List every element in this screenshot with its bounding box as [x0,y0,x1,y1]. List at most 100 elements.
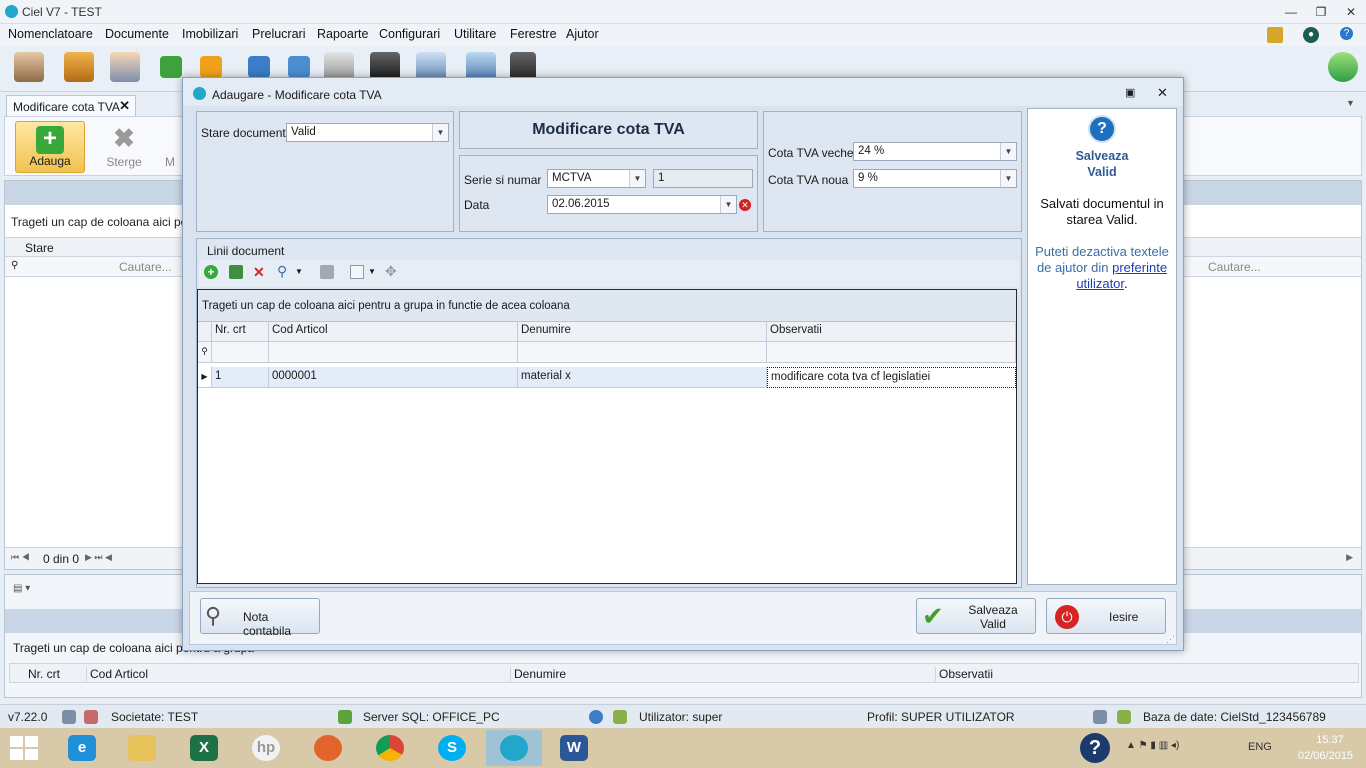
layout-icon[interactable]: ▤ ▾ [13,583,43,601]
upload-icon[interactable] [248,56,270,78]
tab-close-icon[interactable]: ✕ [119,98,130,114]
import-icon[interactable] [160,56,182,78]
filter-observatii[interactable] [767,342,1016,363]
lines-toolbar: + ✕ ⚲ ▼ ▼ ✥ [199,260,1019,287]
help-title-2: Valid [1087,165,1117,179]
menu-imobilizari[interactable]: Imobilizari [182,27,238,41]
menu-ferestre[interactable]: Ferestre [510,27,557,41]
exit-button[interactable]: ⏻ Iesire [1046,598,1166,634]
numar-field: 1 [653,169,753,188]
filter-cod-articol[interactable] [269,342,518,363]
transfer-icon[interactable] [200,56,222,78]
menu-nomenclatoare[interactable]: Nomenclatoare [8,27,93,41]
close-button[interactable]: ✕ [1338,3,1364,21]
row-indicator-header [198,322,212,342]
pager-first-icon[interactable]: ⏮ ◀ [11,552,30,563]
save-valid-button[interactable]: ✔ Salveaza Valid [916,598,1036,634]
serie-select[interactable]: MCTVA ▼ [547,169,646,188]
chevron-down-icon[interactable]: ▼ [368,267,376,276]
menu-configurari[interactable]: Configurari [379,27,440,41]
tab-modificare-cota-tva[interactable]: Modificare cota TVA ✕ [6,95,136,117]
col-denumire[interactable]: Denumire [518,322,767,342]
sync-icon[interactable] [288,56,310,78]
numar-value: 1 [658,172,665,184]
move-icon[interactable]: ✥ [385,263,397,280]
col-nr-crt[interactable]: Nr. crt [28,667,60,681]
pager-last-icon[interactable]: ▶ ⏭ ◀ [85,552,112,563]
menu-prelucrari[interactable]: Prelucrari [252,27,306,41]
filter-nr-crt[interactable] [212,342,269,363]
windows-start-icon[interactable] [10,736,38,760]
power-icon: ⏻ [1055,605,1079,629]
delete-button[interactable]: ✖ Sterge [89,121,159,173]
col-denumire[interactable]: Denumire [510,667,566,681]
col-observatii[interactable]: Observatii [935,667,993,681]
col-cod-articol[interactable]: Cod Articol [86,667,148,681]
restore-button[interactable]: ❐ [1308,3,1334,21]
taskbar-firefox[interactable] [300,730,356,766]
taskbar-explorer[interactable] [114,730,170,766]
search-field[interactable]: Cautare... [119,260,172,274]
taskbar-ie[interactable]: e [54,730,110,766]
app-title: Ciel V7 - TEST [22,5,102,19]
taskbar-chrome[interactable] [362,730,418,766]
dialog-maximize-button[interactable]: ▣ [1125,86,1135,99]
cell-nr-crt[interactable]: 1 [212,367,269,388]
handshake-icon[interactable] [14,52,44,82]
box-icon[interactable] [64,52,94,82]
cell-cod-articol[interactable]: 0000001 [269,367,518,388]
search-icon[interactable]: ⚲ [277,263,287,280]
add-line-icon[interactable]: + [204,265,218,279]
cell-denumire[interactable]: material x [518,367,767,388]
update-icon[interactable]: ● [1303,27,1319,43]
menu-documente[interactable]: Documente [105,27,169,41]
chevron-down-icon[interactable]: ▼ [1346,98,1355,108]
clear-date-icon[interactable]: ✕ [739,199,751,211]
minimize-button[interactable]: — [1278,3,1304,21]
dialog-close-button[interactable]: ✕ [1157,85,1168,101]
delete-line-icon[interactable]: ✕ [253,264,265,281]
col-nr-crt[interactable]: Nr. crt [212,322,269,342]
serie-label: Serie si numar [464,173,542,187]
user-icon [613,710,627,724]
import-lines-icon[interactable] [229,265,243,279]
database-icon [338,710,352,724]
cota-veche-select[interactable]: 24 % ▼ [853,142,1017,161]
menu-utilitare[interactable]: Utilitare [454,27,496,41]
clock-time[interactable]: 15:37 [1305,734,1355,746]
print-icon[interactable] [320,265,334,279]
add-label: Adauga [29,154,71,168]
users-icon[interactable] [110,52,140,82]
taskbar-word[interactable]: W [546,730,602,766]
date-picker[interactable]: 02.06.2015 ▼ [547,195,737,214]
layout-icon[interactable] [350,265,364,279]
chat-icon[interactable] [1328,52,1358,82]
stare-select[interactable]: Valid ▼ [286,123,449,142]
nota-contabila-button[interactable]: ⚲ Nota contabila [200,598,320,638]
cota-noua-select[interactable]: 9 % ▼ [853,169,1017,188]
taskbar-skype[interactable]: S [424,730,480,766]
language-indicator[interactable]: ENG [1248,741,1272,753]
clock-date[interactable]: 02/06/2015 [1298,750,1353,762]
calendar-icon[interactable] [1267,27,1283,43]
col-stare[interactable]: Stare [25,241,54,255]
more-button[interactable]: M [155,121,185,173]
help-tray-icon[interactable]: ? [1080,733,1110,763]
tray-icons[interactable]: ▲ ⚑ ▮ ▥ ◂) [1126,740,1179,751]
menu-rapoarte[interactable]: Rapoarte [317,27,368,41]
col-observatii[interactable]: Observatii [767,322,1016,342]
taskbar-excel[interactable]: X [176,730,232,766]
cell-observatii[interactable]: modificare cota tva cf legislatiei [767,367,1016,388]
taskbar-ciel[interactable] [486,730,542,766]
menu-ajutor[interactable]: Ajutor [566,27,599,41]
taskbar-hp[interactable]: hp [238,730,294,766]
chevron-down-icon[interactable]: ▼ [295,267,303,276]
filter-denumire[interactable] [518,342,767,363]
search-field-right[interactable]: Cautare... [1208,260,1261,274]
resize-grip-icon[interactable]: ⋰ [1166,634,1175,645]
col-cod-articol[interactable]: Cod Articol [269,322,518,342]
scroll-right-icon[interactable]: ▶ [1346,552,1353,563]
help-icon[interactable]: ? [1340,27,1353,40]
help-text-1: Salvati documentul in starea Valid. [1040,196,1164,227]
add-button[interactable]: + Adauga [15,121,85,173]
